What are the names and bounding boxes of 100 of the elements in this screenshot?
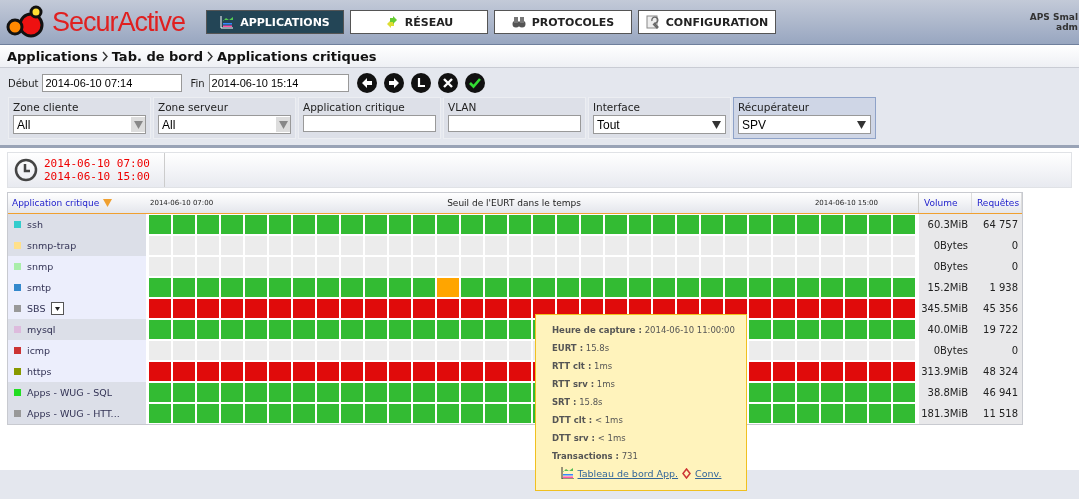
timeline-cell[interactable] — [628, 215, 651, 234]
timeline-cell[interactable] — [820, 362, 843, 381]
timeline-cell[interactable] — [196, 383, 219, 402]
select-field[interactable]: SPV — [738, 115, 871, 134]
timeline-cell[interactable] — [436, 215, 459, 234]
timeline-cell[interactable] — [772, 299, 795, 318]
app-name[interactable]: SBS — [27, 303, 46, 314]
app-name[interactable]: snmp — [27, 261, 54, 272]
timeline-cell[interactable] — [460, 404, 483, 423]
timeline-cell[interactable] — [868, 215, 891, 234]
timeline-cell[interactable] — [796, 299, 819, 318]
timeline-cell[interactable] — [556, 278, 579, 297]
timeline-cell[interactable] — [388, 215, 411, 234]
timeline-cell[interactable] — [268, 278, 291, 297]
nav-tab[interactable]: APPLICATIONS — [206, 10, 344, 34]
timeline-cell[interactable] — [484, 362, 507, 381]
timeline-cell[interactable] — [772, 215, 795, 234]
timeline-cell[interactable] — [364, 278, 387, 297]
timeline-cell[interactable] — [748, 404, 771, 423]
timeline-cell[interactable] — [148, 383, 171, 402]
timeline-cell[interactable] — [364, 383, 387, 402]
timeline-cell[interactable] — [892, 404, 915, 423]
timeline-cell[interactable] — [220, 383, 243, 402]
timeline-cell[interactable] — [820, 299, 843, 318]
timeline-cell[interactable] — [316, 404, 339, 423]
timeline-cell[interactable] — [748, 383, 771, 402]
timeline-cell[interactable] — [796, 320, 819, 339]
timeline-cell[interactable] — [172, 404, 195, 423]
app-name[interactable]: snmp-trap — [27, 240, 77, 251]
timeline-cell[interactable] — [244, 299, 267, 318]
timeline-cell[interactable] — [244, 320, 267, 339]
timeline-cell[interactable] — [244, 215, 267, 234]
timeline-cell[interactable] — [364, 320, 387, 339]
timeline-cell[interactable] — [508, 299, 531, 318]
timeline-cell[interactable] — [220, 320, 243, 339]
timeline-cell[interactable] — [196, 320, 219, 339]
timeline-cell[interactable] — [148, 299, 171, 318]
timeline-cell[interactable] — [316, 215, 339, 234]
timeline-cell[interactable] — [508, 320, 531, 339]
menu-button[interactable] — [51, 302, 65, 315]
timeline-cell[interactable] — [892, 383, 915, 402]
timeline-cell[interactable] — [388, 278, 411, 297]
timeline-cell[interactable] — [796, 383, 819, 402]
nav-tab[interactable]: RÉSEAU — [350, 10, 488, 34]
timeline-cell[interactable] — [580, 215, 603, 234]
timeline-cell[interactable] — [268, 215, 291, 234]
timeline-cell[interactable] — [412, 215, 435, 234]
apply-button[interactable] — [464, 73, 485, 93]
timeline-cell[interactable] — [460, 278, 483, 297]
timeline-cell[interactable] — [748, 362, 771, 381]
timeline-cell[interactable] — [292, 383, 315, 402]
timeline-cell[interactable] — [868, 383, 891, 402]
timeline-cell[interactable] — [292, 278, 315, 297]
timeline-cell[interactable] — [748, 341, 771, 360]
timeline-cell[interactable] — [508, 404, 531, 423]
end-date-field[interactable]: 2014-06-10 15:14 — [208, 74, 349, 92]
timeline-cell[interactable] — [172, 278, 195, 297]
timeline-cell[interactable] — [412, 299, 435, 318]
timeline-cell[interactable] — [244, 278, 267, 297]
timeline-cell[interactable] — [508, 215, 531, 234]
timeline-cell[interactable] — [220, 299, 243, 318]
timeline-cell[interactable] — [892, 278, 915, 297]
timeline-cell[interactable] — [820, 278, 843, 297]
timeline-cell[interactable] — [244, 383, 267, 402]
timeline-cell[interactable] — [844, 320, 867, 339]
timeline-cell[interactable] — [388, 320, 411, 339]
timeline-cell[interactable] — [340, 320, 363, 339]
timeline-cell[interactable] — [748, 278, 771, 297]
timeline-cell[interactable] — [292, 215, 315, 234]
timeline-cell[interactable] — [844, 362, 867, 381]
timeline-cell[interactable] — [268, 404, 291, 423]
column-header[interactable]: Application critique — [8, 193, 146, 213]
timeline-cell[interactable] — [844, 383, 867, 402]
timeline-cell[interactable] — [460, 299, 483, 318]
timeline-cell[interactable] — [604, 215, 627, 234]
timeline-cell[interactable] — [868, 320, 891, 339]
timeline-cell[interactable] — [652, 278, 675, 297]
timeline-cell[interactable] — [220, 404, 243, 423]
breadcrumb-item[interactable]: Tab. de bord — [111, 48, 203, 64]
timeline-cell[interactable] — [844, 404, 867, 423]
timeline-cell[interactable] — [844, 278, 867, 297]
timeline-cell[interactable] — [340, 299, 363, 318]
combo-field[interactable]: All — [13, 115, 146, 134]
timeline-cell[interactable] — [820, 404, 843, 423]
timeline-cell[interactable] — [772, 320, 795, 339]
start-date-field[interactable]: 2014-06-10 07:14 — [42, 74, 183, 92]
select-field[interactable]: Tout — [593, 115, 726, 134]
timeline-cell[interactable] — [628, 278, 651, 297]
breadcrumb-item[interactable]: Applications — [7, 48, 98, 64]
timeline-cell[interactable] — [772, 362, 795, 381]
timeline-cell[interactable] — [148, 362, 171, 381]
timeline-cell[interactable] — [196, 299, 219, 318]
timeline-cell[interactable] — [244, 362, 267, 381]
timeline-cell[interactable] — [532, 278, 555, 297]
timeline-cell[interactable] — [412, 362, 435, 381]
timeline-cell[interactable] — [340, 362, 363, 381]
nav-tab[interactable]: PROTOCOLES — [494, 10, 632, 34]
timeline-cell[interactable] — [892, 320, 915, 339]
timeline-cell[interactable] — [412, 404, 435, 423]
timeline-cell[interactable] — [148, 215, 171, 234]
